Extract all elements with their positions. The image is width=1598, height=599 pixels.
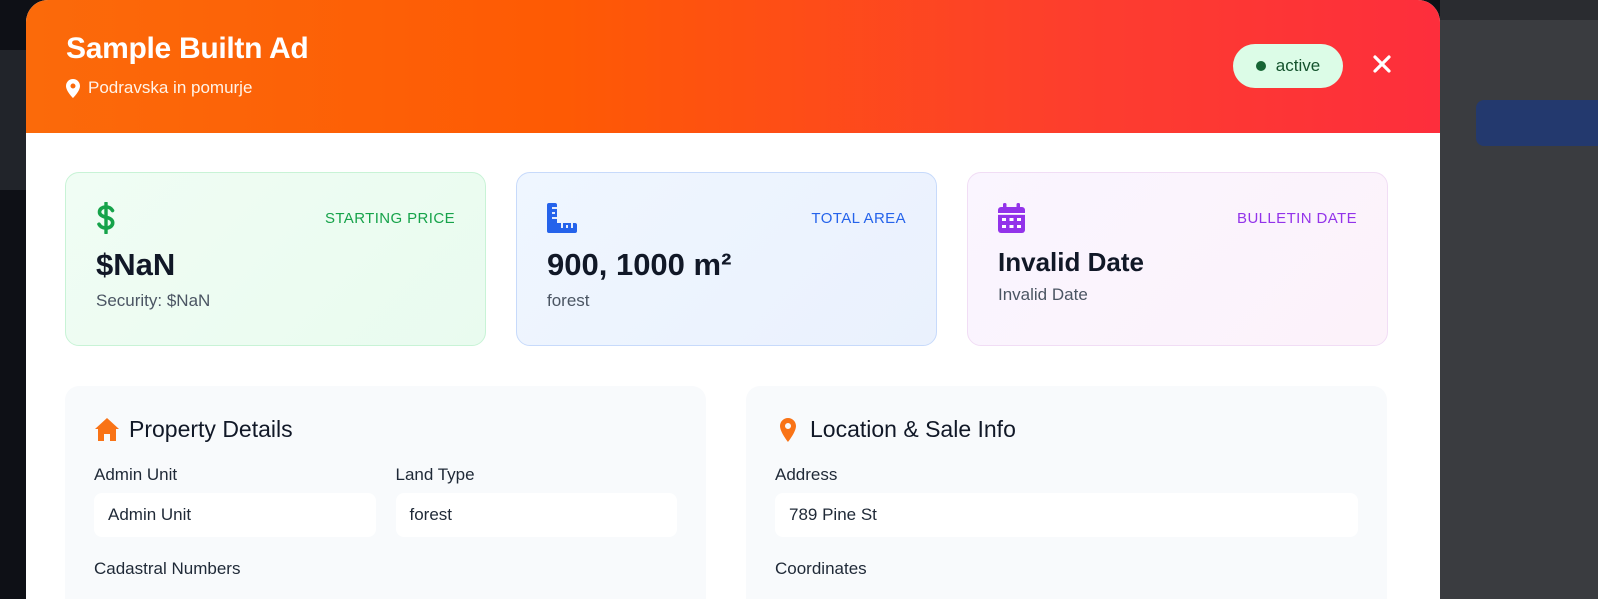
property-details-panel: Property Details Admin Unit Admin Unit L… [65, 386, 706, 599]
panel-title: Location & Sale Info [775, 416, 1358, 443]
stat-sub: forest [547, 291, 590, 310]
address-field: Address 789 Pine St [775, 465, 1358, 537]
map-pin-icon [66, 78, 80, 98]
status-dot [1255, 61, 1266, 71]
stat-label: BULLETIN DATE [1237, 209, 1357, 227]
field-label: Land Type [395, 465, 475, 484]
status-badge: active [1233, 44, 1343, 88]
total-area-card: TOTAL AREA 900, 1000 m² forest [516, 172, 937, 346]
detail-panels: Property Details Admin Unit Admin Unit L… [65, 386, 1388, 599]
modal-title: Sample Builtn Ad [66, 32, 309, 65]
location-line: Podravska in pomurje [66, 78, 1400, 98]
modal-body: STARTING PRICE $NaN Security: $NaN TOTAL… [26, 133, 1440, 599]
close-button[interactable] [1368, 50, 1396, 78]
backdrop-page [1440, 0, 1598, 599]
stat-value: Invalid Date [998, 247, 1144, 277]
ad-detail-modal: Sample Builtn Ad Podravska in pomurje ac… [26, 0, 1440, 599]
home-icon [95, 417, 119, 441]
panel-title-text: Property Details [129, 416, 293, 442]
panel-title-text: Location & Sale Info [810, 416, 1016, 442]
field-label: Cadastral Numbers [94, 559, 241, 578]
stat-cards: STARTING PRICE $NaN Security: $NaN TOTAL… [65, 172, 1388, 346]
stat-value: 900, 1000 m² [547, 247, 732, 282]
ruler-icon [547, 203, 577, 233]
modal-header: Sample Builtn Ad Podravska in pomurje ac… [26, 0, 1440, 133]
close-icon [1373, 55, 1391, 73]
stat-label: STARTING PRICE [324, 209, 455, 227]
map-pin-icon [780, 417, 796, 442]
backdrop [0, 50, 26, 190]
backdrop-top [1440, 0, 1598, 20]
location-sale-panel: Location & Sale Info Address 789 Pine St… [746, 386, 1387, 599]
field-value: Admin Unit [94, 493, 376, 537]
stat-value: $NaN [96, 247, 176, 282]
status-text: active [1275, 56, 1321, 75]
dollar-icon [97, 202, 115, 234]
admin-unit-field: Admin Unit Admin Unit [94, 465, 376, 537]
panel-title: Property Details [94, 416, 677, 443]
location-text: Podravska in pomurje [88, 78, 253, 97]
field-value: 789 Pine St [775, 493, 1358, 537]
field-label: Address [775, 465, 838, 484]
starting-price-card: STARTING PRICE $NaN Security: $NaN [65, 172, 486, 346]
land-type-field: Land Type forest [395, 465, 677, 537]
field-value: forest [395, 493, 677, 537]
stat-label: TOTAL AREA [811, 209, 906, 227]
stat-sub: Security: $NaN [96, 291, 211, 310]
field-label: Admin Unit [94, 465, 178, 484]
stat-sub: Invalid Date [998, 285, 1088, 304]
field-label: Coordinates [775, 559, 867, 578]
backdrop-button [1476, 100, 1598, 146]
calendar-icon [998, 203, 1025, 233]
bulletin-date-card: BULLETIN DATE Invalid Date Invalid Date [967, 172, 1388, 346]
